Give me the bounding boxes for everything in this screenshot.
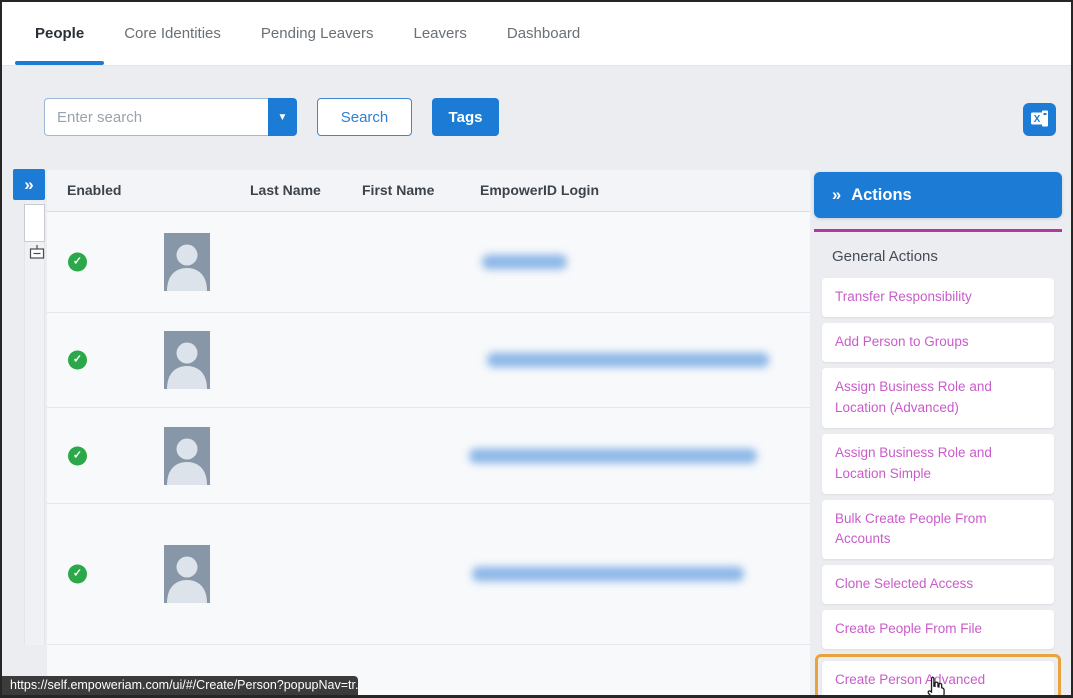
annotation-highlight-box: Create Person Advanced [815, 654, 1061, 698]
actions-panel: » Actions General Actions Transfer Respo… [814, 172, 1062, 698]
action-item-add-person-to-groups[interactable]: Add Person to Groups [822, 323, 1054, 362]
search-dropdown-button[interactable]: ▼ [268, 98, 297, 136]
tab-people[interactable]: People [15, 2, 104, 65]
column-header[interactable]: Last Name [250, 182, 321, 198]
left-panel-handle[interactable] [24, 204, 45, 242]
enabled-check-icon: ✓ [68, 565, 87, 584]
tab-core-identities[interactable]: Core Identities [104, 2, 241, 65]
tab-pending-leavers[interactable]: Pending Leavers [241, 2, 394, 65]
tags-button[interactable]: Tags [432, 98, 499, 136]
actions-panel-title: Actions [851, 186, 912, 205]
people-table: Enabled Last Name First Name EmpowerID Logi… [47, 170, 810, 695]
actions-panel-header[interactable]: » Actions [814, 172, 1062, 218]
empowerid-login-redacted[interactable] [472, 567, 744, 582]
avatar [164, 233, 210, 291]
actions-divider [814, 229, 1062, 232]
actions-section-title: General Actions [832, 248, 1062, 265]
enabled-check-icon: ✓ [68, 351, 87, 370]
app-window: PeopleCore IdentitiesPending LeaversLeav… [0, 0, 1073, 698]
status-url-tooltip: https://self.empoweriam.com/ui/#/Create/… [2, 676, 358, 695]
table-body: ✓ ✓ ✓ ✓ [47, 212, 810, 645]
search-button[interactable]: Search [317, 98, 412, 136]
enabled-check-icon: ✓ [68, 446, 87, 465]
double-chevron-right-icon: » [832, 186, 841, 205]
action-item-bulk-create-people-from-accounts[interactable]: Bulk Create People From Accounts [822, 500, 1054, 560]
empowerid-login-redacted[interactable] [482, 255, 567, 270]
toolbar: ▼ Search Tags [44, 98, 499, 136]
double-chevron-right-icon: » [24, 175, 33, 194]
tab-bar: PeopleCore IdentitiesPending LeaversLeav… [2, 2, 1071, 66]
table-row[interactable]: ✓ [47, 313, 810, 408]
column-header[interactable]: EmpowerID Login [480, 182, 599, 198]
table-row[interactable]: ✓ [47, 408, 810, 504]
table-row[interactable]: ✓ [47, 504, 810, 645]
left-panel-expand-button[interactable]: » [13, 169, 45, 200]
action-item-create-people-from-file[interactable]: Create People From File [822, 610, 1054, 649]
left-collapsed-panel [24, 202, 45, 645]
avatar [164, 427, 210, 485]
svg-text:X: X [1034, 113, 1041, 124]
action-item-create-person-advanced[interactable]: Create Person Advanced [822, 661, 1054, 698]
action-item-transfer-responsibility[interactable]: Transfer Responsibility [822, 278, 1054, 317]
table-header: Enabled Last Name First Name EmpowerID Logi… [47, 170, 810, 212]
action-item-assign-business-role-and-location-advanced[interactable]: Assign Business Role and Location (Advan… [822, 368, 1054, 428]
search-group: ▼ [44, 98, 297, 136]
tree-collapse-icon[interactable] [28, 245, 45, 263]
tab-dashboard[interactable]: Dashboard [487, 2, 600, 65]
empowerid-login-redacted[interactable] [487, 353, 769, 368]
tab-leavers[interactable]: Leavers [394, 2, 487, 65]
excel-export-icon: X [1029, 108, 1050, 132]
table-row[interactable]: ✓ [47, 212, 810, 313]
column-header[interactable]: First Name [362, 182, 434, 198]
avatar [164, 545, 210, 603]
search-input[interactable] [44, 98, 268, 136]
avatar [164, 331, 210, 389]
empowerid-login-redacted[interactable] [469, 448, 757, 463]
action-item-assign-business-role-and-location-simple[interactable]: Assign Business Role and Location Simple [822, 434, 1054, 494]
action-item-clone-selected-access[interactable]: Clone Selected Access [822, 565, 1054, 604]
column-header[interactable]: Enabled [67, 182, 121, 198]
enabled-check-icon: ✓ [68, 253, 87, 272]
actions-list: Transfer Responsibility Add Person to Gro… [814, 278, 1062, 698]
excel-export-button[interactable]: X [1023, 103, 1056, 136]
chevron-down-icon: ▼ [278, 112, 288, 123]
